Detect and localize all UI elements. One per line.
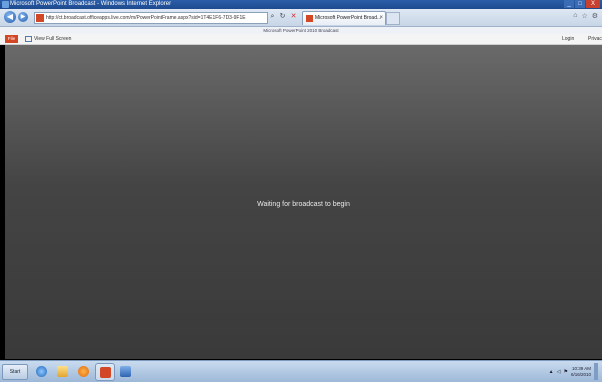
flag-icon[interactable]: ⚑ xyxy=(563,369,567,375)
stop-icon[interactable]: ✕ xyxy=(289,12,298,22)
new-tab-button[interactable] xyxy=(386,12,400,25)
taskbar: Start ▲ ◁ ⚑ 10:39 AM 6/16/2010 xyxy=(0,360,602,382)
waiting-message: Waiting for broadcast to begin xyxy=(257,201,350,208)
tab-close-icon[interactable]: × xyxy=(379,12,383,25)
favorites-icon[interactable]: ☆ xyxy=(581,12,587,20)
command-bar: File View Full Screen Login Privacy xyxy=(0,34,602,45)
clock-time: 10:39 AM xyxy=(571,365,591,371)
gear-icon[interactable]: ⚙ xyxy=(592,12,598,20)
maximize-button[interactable]: □ xyxy=(575,0,585,8)
app-banner: Microsoft PowerPoint 2010 Broadcast xyxy=(0,27,602,34)
home-icon[interactable]: ⌂ xyxy=(573,12,577,20)
browser-toolbar: ◀ ▶ http://ct.broadcast.officeapps.live.… xyxy=(0,9,602,27)
internet-explorer-icon xyxy=(2,1,9,8)
address-url[interactable]: http://ct.broadcast.officeapps.live.com/… xyxy=(46,13,246,23)
forward-arrow-icon[interactable]: ▶ xyxy=(18,12,28,22)
system-tray: ▲ ◁ ⚑ 10:39 AM 6/16/2010 xyxy=(549,363,602,380)
browser-right-icons: ⌂ ☆ ⚙ xyxy=(573,12,598,20)
media-player-icon[interactable] xyxy=(74,363,92,379)
broadcast-stage: Waiting for broadcast to begin xyxy=(5,45,602,359)
start-button[interactable]: Start xyxy=(2,364,28,380)
view-full-screen-button[interactable]: View Full Screen xyxy=(25,34,71,44)
show-desktop-button[interactable] xyxy=(594,363,598,380)
app-banner-title: Microsoft PowerPoint 2010 Broadcast xyxy=(263,28,339,33)
back-arrow-icon[interactable]: ◀ xyxy=(4,11,16,23)
network-icon[interactable]: ▲ xyxy=(549,369,554,375)
close-button[interactable]: X xyxy=(586,0,600,8)
paint-icon[interactable] xyxy=(116,363,134,379)
internet-explorer-icon[interactable] xyxy=(32,363,50,379)
clock[interactable]: 10:39 AM 6/16/2010 xyxy=(571,366,591,378)
window-title: Microsoft PowerPoint Broadcast - Windows… xyxy=(10,1,172,7)
title-bar: Microsoft PowerPoint Broadcast - Windows… xyxy=(0,0,602,9)
login-link[interactable]: Login xyxy=(562,34,574,44)
windows-explorer-icon[interactable] xyxy=(53,363,71,379)
clock-date: 6/16/2010 xyxy=(570,371,591,377)
powerpoint-icon[interactable] xyxy=(95,363,115,381)
refresh-icon[interactable]: ↻ xyxy=(278,12,287,22)
browser-tab[interactable]: Microsoft PowerPoint Broad... × xyxy=(302,11,386,25)
address-bar[interactable]: http://ct.broadcast.officeapps.live.com/… xyxy=(34,12,268,24)
privacy-link[interactable]: Privacy xyxy=(588,34,602,44)
volume-icon[interactable]: ◁ xyxy=(557,369,561,375)
powerpoint-icon xyxy=(306,15,313,22)
powerpoint-icon xyxy=(36,14,44,22)
view-full-screen-label: View Full Screen xyxy=(34,36,72,42)
tab-label: Microsoft PowerPoint Broad... xyxy=(315,15,382,21)
minimize-button[interactable]: _ xyxy=(564,0,574,8)
search-icon[interactable]: ⌕ xyxy=(268,12,277,22)
window-controls: _ □ X xyxy=(564,0,600,9)
file-tab[interactable]: File xyxy=(5,35,18,43)
fullscreen-icon xyxy=(25,35,32,42)
